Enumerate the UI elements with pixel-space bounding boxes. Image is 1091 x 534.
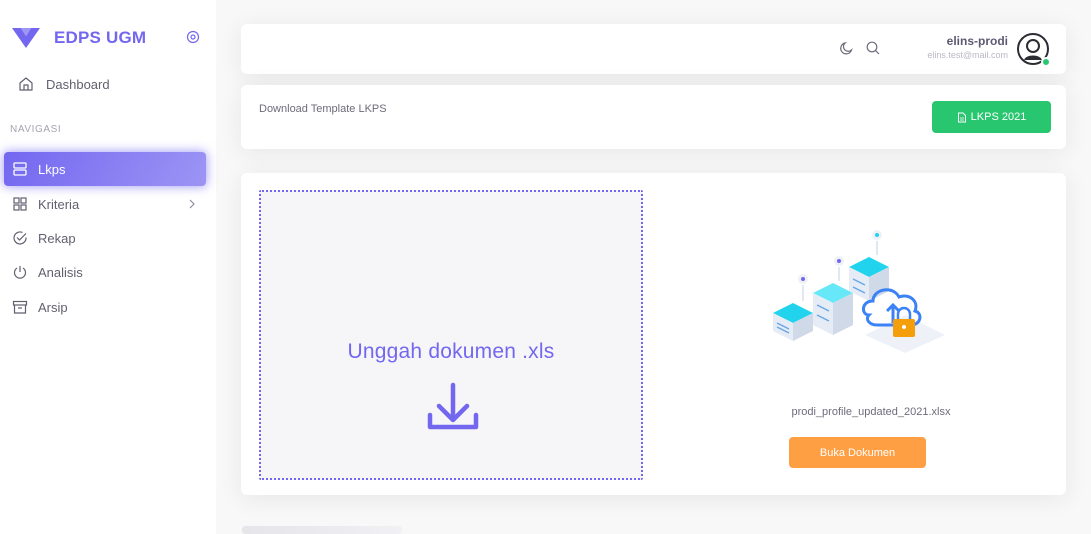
template-card-title: Download Template LKPS [259, 103, 387, 115]
nav-section-header: NAVIGASI [10, 124, 62, 135]
upload-card: Unggah dokumen .xls prodi_profile_update… [241, 173, 1066, 495]
user-email: elins.test@mail.com [927, 50, 1008, 60]
top-navbar: elins-prodi elins.test@mail.com [241, 24, 1066, 74]
server-icon [13, 162, 27, 176]
sidebar: EDPS UGM Dashboard NAVIGASI Lkps Kriteri… [0, 0, 216, 534]
dropzone-text: Unggah dokumen .xls [347, 340, 555, 363]
upload-dropzone[interactable]: Unggah dokumen .xls [259, 190, 643, 480]
chevron-right-icon [189, 199, 195, 209]
file-name: prodi_profile_updated_2021.xlsx [791, 406, 951, 418]
sidebar-item-label: Kriteria [38, 196, 80, 212]
user-name[interactable]: elins-prodi [947, 34, 1008, 48]
server-stack-left [773, 303, 813, 341]
sidebar-toggle-icon[interactable] [186, 30, 200, 44]
server-stack-middle [813, 283, 853, 335]
online-status-dot [1041, 57, 1051, 67]
cloud-server-illustration [773, 230, 945, 353]
search-icon[interactable] [865, 40, 881, 56]
template-download-card: Download Template LKPS LKPS 2021 [241, 85, 1066, 149]
archive-icon [12, 300, 28, 314]
sidebar-item-label: Lkps [38, 161, 66, 177]
sidebar-item-label: Rekap [38, 230, 76, 246]
sidebar-item-lkps[interactable]: Lkps [4, 152, 206, 186]
brand-name: EDPS UGM [54, 28, 147, 47]
power-icon [13, 266, 27, 279]
sidebar-item-label: Analisis [38, 264, 83, 280]
open-document-button[interactable]: Buka Dokumen [789, 437, 926, 468]
footer-text-partial [242, 526, 402, 534]
server-stack-right [849, 257, 889, 301]
sidebar-item-analisis[interactable]: Analisis [4, 255, 206, 289]
sidebar-item-arsip[interactable]: Arsip [4, 290, 206, 324]
file-icon [957, 112, 966, 122]
brand[interactable]: EDPS UGM [12, 26, 146, 50]
sidebar-item-kriteria[interactable]: Kriteria [4, 187, 206, 221]
sidebar-item-label: Dashboard [46, 76, 110, 92]
download-icon [427, 382, 479, 430]
moon-icon[interactable] [839, 40, 855, 56]
grid-icon [13, 197, 27, 211]
home-icon [19, 77, 33, 91]
sidebar-item-label: Arsip [38, 299, 68, 315]
sidebar-item-dashboard[interactable]: Dashboard [18, 72, 110, 96]
lkps-2021-button[interactable]: LKPS 2021 [932, 101, 1051, 133]
lkps-2021-button-label: LKPS 2021 [970, 111, 1027, 123]
check-circle-icon [13, 231, 27, 245]
sidebar-item-rekap[interactable]: Rekap [4, 221, 206, 255]
brand-logo-icon [12, 28, 40, 48]
